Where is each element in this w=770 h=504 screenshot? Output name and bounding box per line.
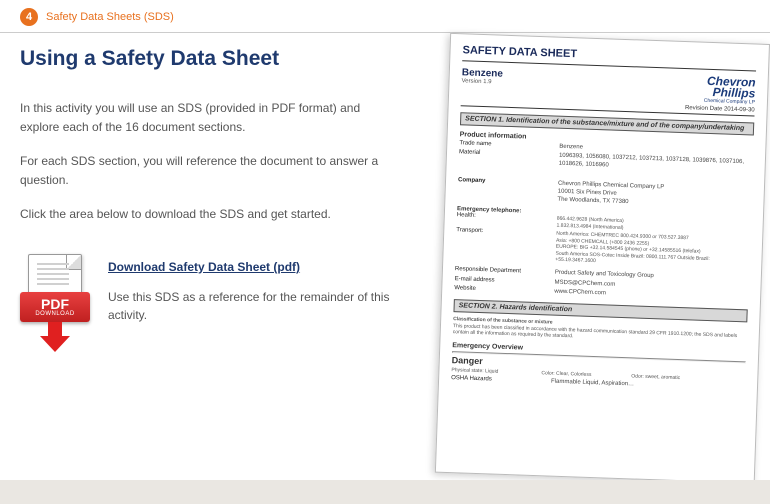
pdf-download-icon: PDF DOWNLOAD <box>20 254 90 354</box>
main-content: Using a Safety Data Sheet In this activi… <box>20 33 400 354</box>
download-note: Use this SDS as a reference for the rema… <box>108 288 400 324</box>
page-title: Using a Safety Data Sheet <box>20 47 400 71</box>
chapter-title: Safety Data Sheets (SDS) <box>46 11 174 23</box>
download-sds-link[interactable]: Download Safety Data Sheet (pdf) <box>108 260 400 274</box>
intro-paragraph-3: Click the area below to download the SDS… <box>20 205 400 224</box>
intro-paragraph-1: In this activity you will use an SDS (pr… <box>20 99 400 136</box>
doc-logo: Chevron Phillips Chemical Company LP <box>704 76 756 105</box>
doc-title: SAFETY DATA SHEET <box>462 44 756 66</box>
intro-paragraph-2: For each SDS section, you will reference… <box>20 152 400 189</box>
chapter-header: 4 Safety Data Sheets (SDS) <box>0 0 770 33</box>
sds-document-preview: SAFETY DATA SHEET Benzene Version 1.9 Ch… <box>430 44 770 504</box>
footer-bar <box>0 480 770 504</box>
download-area[interactable]: PDF DOWNLOAD Download Safety Data Sheet … <box>20 254 400 354</box>
chapter-number-badge: 4 <box>20 8 38 26</box>
